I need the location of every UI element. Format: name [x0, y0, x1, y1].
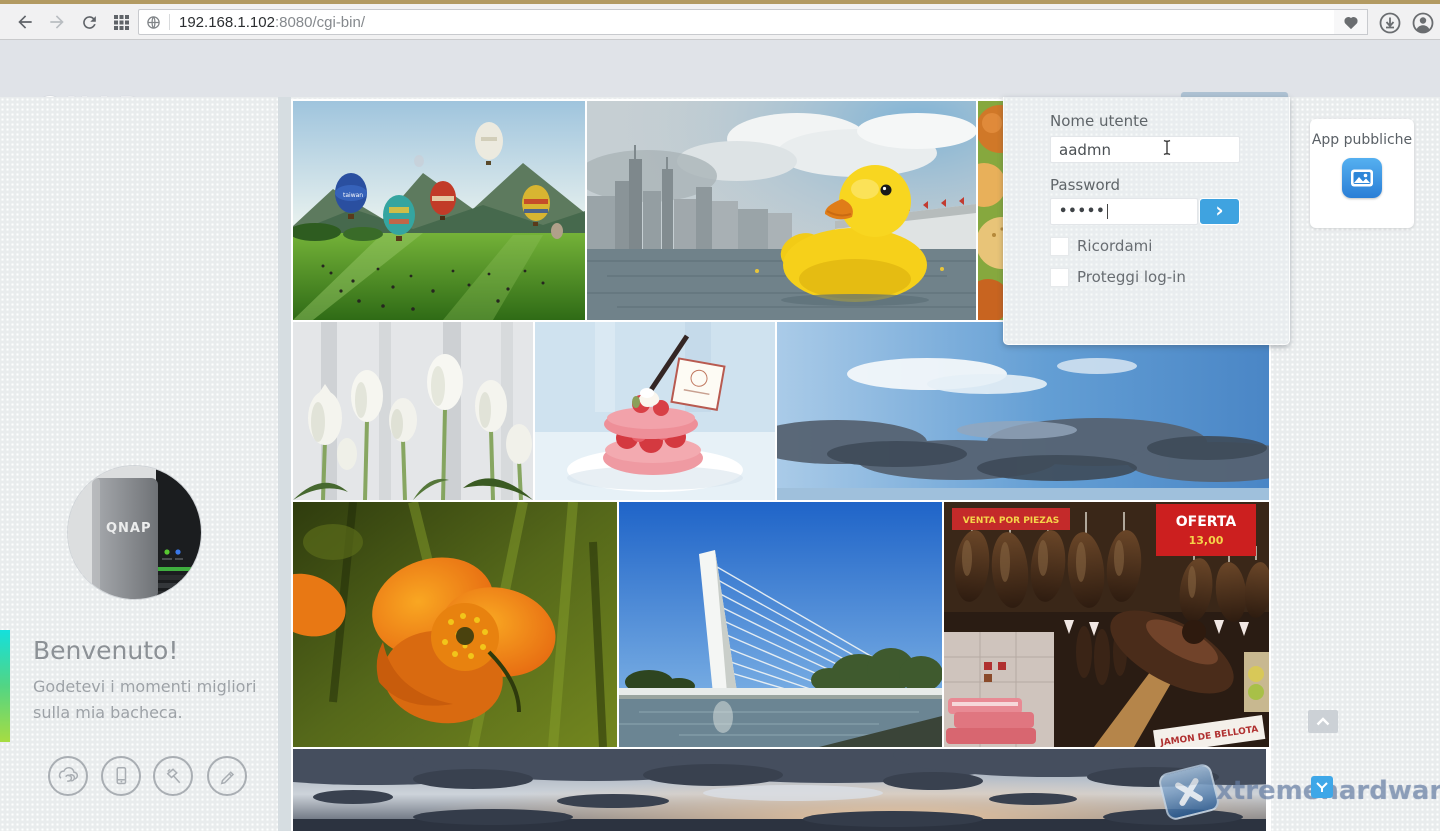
- edit-button[interactable]: [207, 756, 247, 796]
- photo-white-tulips: [293, 322, 533, 500]
- photo-macaron-dessert: [535, 322, 775, 500]
- smartphone-icon: [109, 764, 133, 788]
- capture-tool-icon[interactable]: [1311, 776, 1333, 798]
- svg-text:OFERTA: OFERTA: [1176, 514, 1237, 530]
- login-panel: Nome utente Password ••••• › Ricordami P…: [1003, 97, 1290, 345]
- svg-text:13,00: 13,00: [1189, 534, 1224, 547]
- nas-device-photo: QNAP: [68, 466, 201, 599]
- globe-icon: [146, 15, 161, 30]
- secure-login-label[interactable]: Proteggi log-in: [1077, 268, 1186, 286]
- back-icon[interactable]: [14, 11, 36, 33]
- url-host: 192.168.1.102: [179, 14, 275, 31]
- welcome-block: Benvenuto! Godetevi i momenti migliori s…: [33, 636, 256, 726]
- pencil-icon: [215, 764, 239, 788]
- screen: 192.168.1.102:8080/cgi-bin/ QNAP QTS NAS…: [0, 0, 1440, 831]
- photo-ham-market: VENTA POR PIEZAS OFERTA 13,00: [944, 502, 1269, 747]
- profile-icon[interactable]: [1410, 10, 1436, 36]
- remember-me-checkbox[interactable]: [1050, 237, 1069, 256]
- photo-cloudy-sky: [777, 322, 1269, 500]
- public-apps-card: App pubbliche: [1310, 119, 1414, 228]
- download-icon[interactable]: [1377, 10, 1403, 36]
- photo-orange-poppy: [293, 502, 617, 747]
- url-bar[interactable]: 192.168.1.102:8080/cgi-bin/: [138, 9, 1336, 35]
- login-submit-button[interactable]: ›: [1199, 198, 1240, 225]
- sidebar-divider: [278, 97, 291, 831]
- remember-me-label[interactable]: Ricordami: [1077, 237, 1152, 255]
- browser-toolbar: 192.168.1.102:8080/cgi-bin/: [0, 4, 1440, 40]
- username-label: Nome utente: [1050, 112, 1148, 130]
- forward-icon[interactable]: [46, 11, 68, 33]
- welcome-message-line1: Godetevi i momenti migliori: [33, 674, 256, 700]
- cloud-link-button[interactable]: [48, 756, 88, 796]
- qnap-header-bar: QNAP QTS NASD5B6DA Accesso ↑: [0, 40, 1440, 97]
- welcome-title: Benvenuto!: [33, 636, 256, 665]
- photo-hot-air-balloons: taiwan: [293, 101, 585, 320]
- password-input[interactable]: •••••: [1050, 198, 1198, 225]
- cloud-icon: [56, 764, 80, 788]
- svg-text:VENTA POR PIEZAS: VENTA POR PIEZAS: [963, 516, 1060, 526]
- bookmark-heart-icon[interactable]: [1334, 9, 1368, 35]
- welcome-message-line2: sulla mia bacheca.: [33, 700, 256, 726]
- password-mask: •••••: [1059, 204, 1106, 219]
- username-input[interactable]: [1050, 136, 1240, 163]
- svg-text:taiwan: taiwan: [343, 192, 363, 199]
- chevron-up-icon: [1316, 717, 1330, 726]
- hammer-icon: [161, 764, 185, 788]
- url-path: :8080/cgi-bin/: [275, 14, 365, 31]
- photo-station-app-icon[interactable]: [1342, 158, 1382, 198]
- reload-icon[interactable]: [78, 11, 100, 33]
- mobile-button[interactable]: [101, 756, 141, 796]
- photo-cable-bridge: [619, 502, 942, 747]
- chevron-right-icon: ›: [1215, 200, 1223, 220]
- tools-button[interactable]: [153, 756, 193, 796]
- public-apps-title: App pubbliche: [1310, 132, 1414, 148]
- secure-login-checkbox[interactable]: [1050, 268, 1069, 287]
- scroll-top-button[interactable]: [1308, 710, 1338, 733]
- photo-rubber-duck-harbour: [587, 101, 976, 320]
- password-label: Password: [1050, 176, 1120, 194]
- apps-grid-icon[interactable]: [110, 11, 132, 33]
- svg-text:QNAP: QNAP: [106, 521, 152, 536]
- photo-sunset-clouds: [293, 749, 1266, 831]
- text-caret: [1107, 204, 1108, 219]
- urlbar-divider: [169, 14, 170, 30]
- text-cursor-icon: [1162, 139, 1172, 160]
- accent-gradient-stripe: [0, 630, 10, 742]
